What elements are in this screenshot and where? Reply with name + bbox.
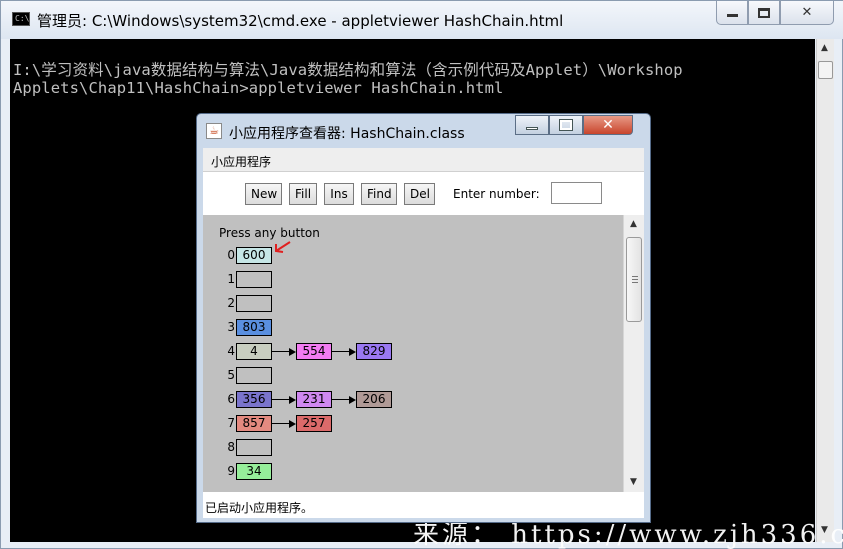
grip-line: [632, 279, 638, 280]
bucket-cell: 34: [236, 463, 272, 480]
maximize-button[interactable]: [748, 1, 780, 25]
maximize-icon: [758, 7, 770, 18]
row-index: 5: [227, 368, 235, 382]
row-index: 9: [227, 464, 235, 478]
applet-body: New Fill Ins Find Del Enter number: Pres…: [203, 172, 644, 494]
row-index: 8: [227, 440, 235, 454]
bucket-cell: 356: [236, 391, 272, 408]
console-line: Applets\Chap11\HashChain>appletviewer Ha…: [13, 79, 504, 97]
grip-line: [632, 282, 638, 283]
maximize-icon: [559, 119, 573, 131]
applet-viewer-window: ☕ 小应用程序查看器: HashChain.class ✕ 小应用程序 New …: [196, 113, 651, 523]
bucket-cell: 803: [236, 319, 272, 336]
new-button[interactable]: New: [245, 183, 282, 205]
grip-line: [632, 276, 638, 277]
bucket-cell: 600: [236, 247, 272, 264]
close-icon: ✕: [602, 117, 614, 133]
row-index: 6: [227, 392, 235, 406]
cmd-titlebar[interactable]: C:\ 管理员: C:\Windows\system32\cmd.exe - a…: [1, 1, 843, 39]
bucket-cell: 857: [236, 415, 272, 432]
chain-link-arrowhead: [289, 348, 296, 356]
row-index: 1: [227, 272, 235, 286]
row-index: 0: [227, 248, 235, 262]
scroll-up-icon[interactable]: ▲: [630, 219, 637, 229]
minimize-icon: [726, 13, 738, 17]
close-icon: ✕: [801, 5, 813, 20]
message-text: Press any button: [219, 226, 320, 240]
find-button[interactable]: Find: [361, 183, 397, 205]
scroll-thumb[interactable]: [818, 61, 833, 79]
chain-link-arrowhead: [349, 348, 356, 356]
row-index: 2: [227, 296, 235, 310]
applet-toolbar: New Fill Ins Find Del Enter number:: [203, 172, 644, 215]
scroll-up-icon[interactable]: ▲: [821, 43, 828, 53]
fill-button[interactable]: Fill: [289, 183, 317, 205]
chain-link-line: [332, 351, 350, 352]
minimize-button[interactable]: [716, 1, 748, 25]
enter-number-input[interactable]: [551, 182, 602, 204]
chain-link-arrowhead: [349, 396, 356, 404]
enter-number-label: Enter number:: [453, 187, 540, 201]
applet-scrollbar[interactable]: ▲ ▼: [623, 215, 644, 492]
chain-node: 829: [356, 343, 392, 360]
cmd-icon[interactable]: C:\: [12, 12, 30, 26]
chain-node: 257: [296, 415, 332, 432]
scroll-thumb[interactable]: [626, 237, 642, 322]
chain-link-line: [332, 399, 350, 400]
close-button[interactable]: ✕: [780, 1, 834, 25]
applet-status-bar: 已启动小应用程序。: [203, 494, 644, 518]
applet-titlebar[interactable]: ☕ 小应用程序查看器: HashChain.class ✕: [197, 114, 650, 148]
chain-link-line: [272, 351, 290, 352]
bucket-cell: [236, 439, 272, 456]
chain-link-line: [272, 423, 290, 424]
chain-node: 554: [296, 343, 332, 360]
bucket-cell: [236, 271, 272, 288]
console-line: I:\学习资料\java数据结构与算法\Java数据结构和算法（含示例代码及Ap…: [13, 61, 683, 79]
console-scrollbar[interactable]: ▲ ▼: [816, 39, 834, 542]
applet-close-button[interactable]: ✕: [583, 115, 633, 135]
applet-window-title: 小应用程序查看器: HashChain.class: [229, 126, 465, 142]
chain-node: 206: [356, 391, 392, 408]
scroll-down-icon[interactable]: ▼: [630, 477, 637, 487]
chain-link-arrowhead: [289, 396, 296, 404]
bucket-cell: [236, 295, 272, 312]
red-pointer-arrow-icon: [275, 241, 291, 253]
chain-link-line: [272, 399, 290, 400]
applet-maximize-button[interactable]: [549, 115, 583, 135]
chain-link-arrowhead: [289, 420, 296, 428]
ins-button[interactable]: Ins: [324, 183, 354, 205]
applet-minimize-button[interactable]: [515, 115, 549, 135]
cmd-window-title: 管理员: C:\Windows\system32\cmd.exe - apple…: [37, 12, 564, 30]
row-index: 7: [227, 416, 235, 430]
minimize-icon: [526, 126, 538, 130]
bucket-cell: [236, 367, 272, 384]
del-button[interactable]: Del: [404, 183, 435, 205]
chain-node: 231: [296, 391, 332, 408]
row-index: 3: [227, 320, 235, 334]
applet-menu[interactable]: 小应用程序: [203, 148, 644, 172]
cmd-window-controls: ✕: [716, 1, 834, 25]
row-index: 4: [227, 344, 235, 358]
hash-table-canvas: Press any button 0 600 1 2 3 803 4 4 554 829 5 6 356…: [203, 215, 623, 492]
applet-window-controls: ✕: [515, 115, 633, 135]
java-cup-icon[interactable]: ☕: [206, 123, 222, 139]
bucket-cell: 4: [236, 343, 272, 360]
